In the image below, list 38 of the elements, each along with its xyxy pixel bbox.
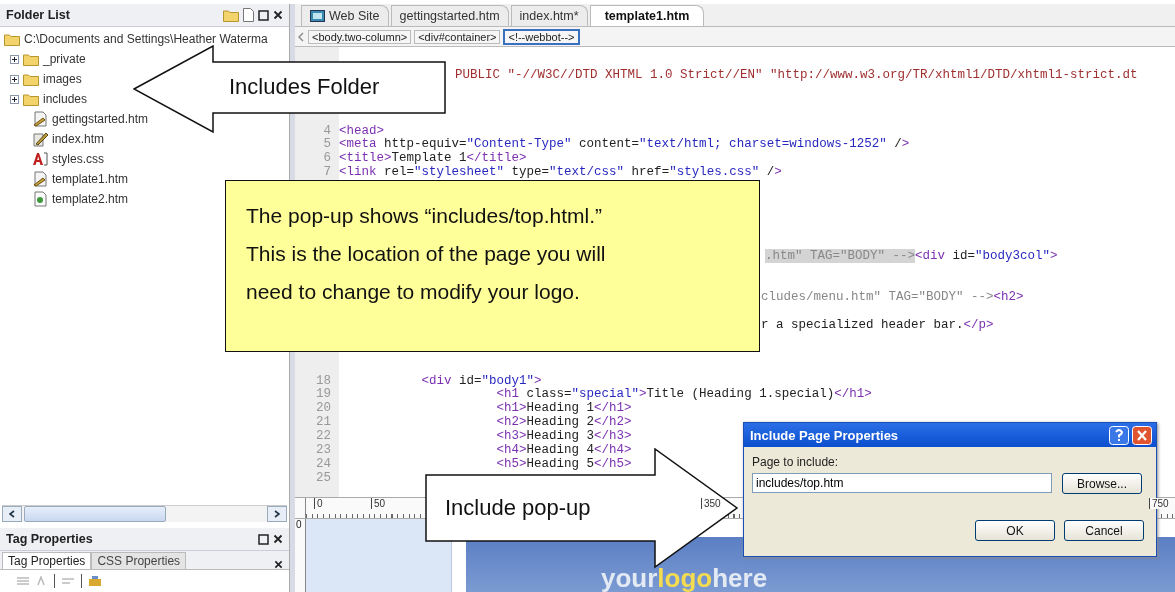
ruler-label: 0 [295, 519, 303, 530]
line-number: 6 [322, 152, 332, 166]
code-line: <h5>Heading 5</h5> [495, 457, 632, 472]
line-number: 24 [315, 457, 332, 472]
code-line: r a specialized header bar.</p> [761, 319, 994, 333]
code-line: <head> [339, 124, 385, 138]
line-number: 20 [315, 402, 332, 416]
line-number: 25 [315, 471, 332, 486]
dialog-title: Include Page Properties [750, 427, 900, 443]
line-number: 4 [322, 124, 332, 138]
logo-text: yourlogohere [601, 564, 768, 592]
code-line: <h1>Heading 1</h1> [495, 402, 632, 416]
code-line: .htm" TAG="BODY" --><div id="body3col"> [765, 249, 1058, 264]
code-line: PUBLIC "-//W3C//DTD XHTML 1.0 Strict//EN" "http://www.w3.org/TR/xhtml1/DTD/xhtml1-strict.dt [455, 69, 1138, 83]
field-label: Page to include: [752, 455, 840, 469]
ruler-label: 0 [314, 498, 323, 509]
code-line: <link rel="stylesheet" type="text/css" href="styles.css" /> [339, 166, 782, 181]
callout-note: The pop-up shows “includes/top.html.” This is the location of the page you will need to change to modify your logo. [225, 180, 760, 352]
callout-text: Include pop-up [445, 495, 591, 521]
code-line: <h2>Heading 2</h2> [495, 416, 632, 430]
code-line: cludes/menu.htm" TAG="BODY" --><h2> [761, 291, 1024, 306]
panel-title: Folder List [6, 8, 71, 22]
code-line: <h1 class="special">Title (Heading 1.special)</h1> [495, 388, 872, 402]
callout-text: Includes Folder [229, 74, 380, 100]
code-line: <title>Template 1</title> [339, 152, 527, 166]
line-number: 7 [322, 166, 332, 181]
panel-title: Tag Properties [6, 532, 94, 546]
line-number: 5 [322, 138, 332, 152]
line-number: 22 [315, 430, 332, 444]
line-number: 23 [315, 444, 332, 458]
line-number: 18 [315, 374, 332, 388]
code-line: <h4>Heading 4</h4> [495, 444, 632, 458]
line-number: 19 [315, 388, 332, 402]
code-line: <h3>Heading 3</h3> [495, 430, 632, 444]
ruler-label: 50 [371, 498, 386, 509]
code-line: <meta http-equiv="Content-Type" content="text/html; charset=windows-1252" /> [339, 138, 910, 152]
code-line: <div id="body1"> [420, 374, 542, 388]
line-number: 21 [315, 416, 332, 430]
